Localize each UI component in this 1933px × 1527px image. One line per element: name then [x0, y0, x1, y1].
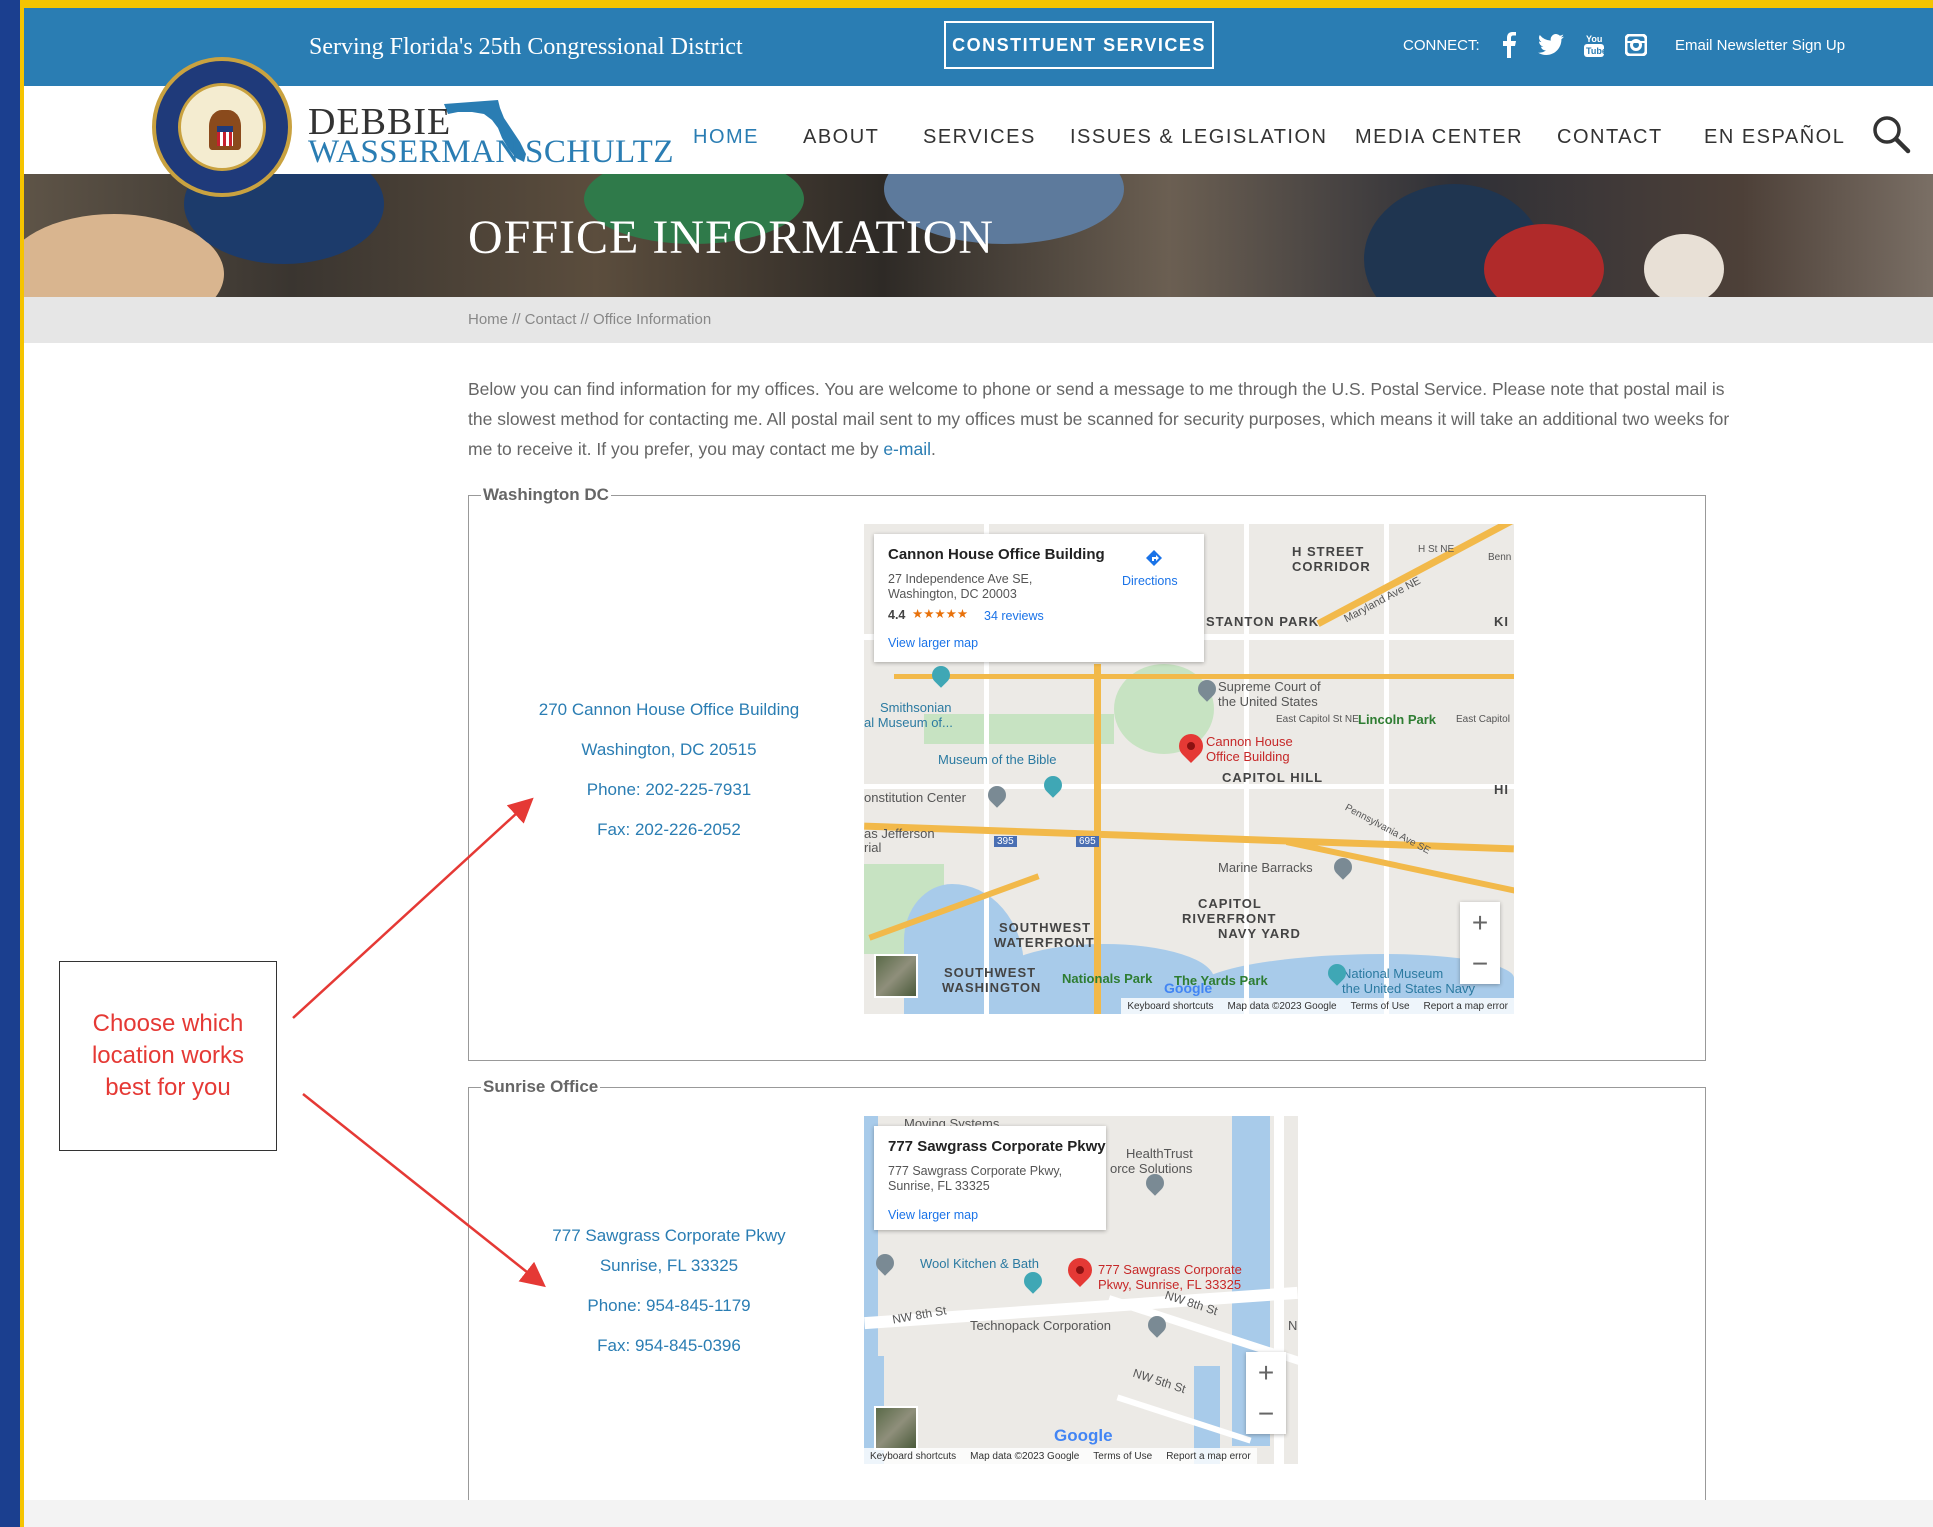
map-washington-dc[interactable]: H STREET CORRIDOR STANTON PARK Maryland … [864, 524, 1514, 1014]
nav-contact[interactable]: CONTACT [1557, 126, 1663, 149]
map-place-title: 777 Sawgrass Corporate Pkwy [888, 1138, 1106, 1155]
twitter-icon[interactable] [1538, 32, 1564, 58]
zoom-in-button[interactable]: + [1246, 1352, 1286, 1393]
annotation-callout: Choose which location works best for you [59, 961, 277, 1151]
brand-line-2: WASSERMAN [308, 134, 520, 170]
intro-body: Below you can find information for my of… [468, 379, 1730, 459]
map-footer: Keyboard shortcuts Map data ©2023 Google… [1121, 998, 1514, 1014]
connect-label: CONNECT: [1403, 37, 1480, 54]
breadcrumb[interactable]: Home // Contact // Office Information [468, 311, 711, 328]
view-larger-map-link[interactable]: View larger map [888, 1208, 978, 1222]
zoom-in-button[interactable]: + [1460, 902, 1500, 943]
office-washington-dc: Washington DC 270 Cannon House Office Bu… [468, 485, 1706, 1061]
map-info-card: Cannon House Office Building 27 Independ… [874, 534, 1204, 662]
search-icon[interactable] [1871, 114, 1911, 154]
left-edge [0, 0, 20, 1527]
directions-icon[interactable] [1144, 548, 1164, 568]
office-address-line-2[interactable]: Washington, DC 20515 [509, 740, 829, 760]
office-address-line-1[interactable]: 270 Cannon House Office Building [509, 700, 829, 720]
nav-en-espanol[interactable]: EN ESPAÑOL [1704, 126, 1845, 149]
instagram-icon[interactable] [1623, 32, 1649, 58]
office-fax[interactable]: Fax: 202-226-2052 [509, 820, 829, 840]
svg-text:You: You [1586, 34, 1602, 44]
office-sunrise: Sunrise Office 777 Sawgrass Corporate Pk… [468, 1077, 1706, 1508]
view-larger-map-link[interactable]: View larger map [888, 636, 978, 650]
annotation-line-2: location works [91, 1042, 245, 1069]
nav-issues-legislation[interactable]: ISSUES & LEGISLATION [1070, 126, 1327, 149]
map-place-title: Cannon House Office Building [888, 546, 1105, 563]
google-logo: Google [1054, 1426, 1113, 1445]
map-zoom-control: + − [1460, 902, 1500, 984]
constituent-services-button[interactable]: CONSTITUENT SERVICES [944, 21, 1214, 69]
office-legend: Washington DC [481, 485, 611, 505]
rating-stars-icon: ★★★★★ [912, 607, 969, 621]
email-link[interactable]: e-mail [883, 439, 931, 459]
office-phone[interactable]: Phone: 954-845-1179 [509, 1296, 829, 1316]
top-bar: Serving Florida's 25th Congressional Dis… [24, 8, 1933, 86]
office-phone[interactable]: Phone: 202-225-7931 [509, 780, 829, 800]
map-zoom-control: + − [1246, 1352, 1286, 1434]
breadcrumb-bar: Home // Contact // Office Information [24, 297, 1933, 343]
youtube-icon[interactable]: You Tube [1581, 32, 1607, 58]
house-seal-logo [152, 57, 292, 197]
zoom-out-button[interactable]: − [1460, 943, 1500, 984]
annotation-line-3: best for you [105, 1074, 231, 1101]
nav-about[interactable]: ABOUT [803, 126, 879, 149]
map-info-card: 777 Sawgrass Corporate Pkwy 777 Sawgrass… [874, 1126, 1106, 1230]
office-map-pin-icon[interactable] [1063, 1253, 1097, 1287]
map-reviews-link[interactable]: 34 reviews [984, 609, 1044, 623]
intro-text: Below you can find information for my of… [468, 379, 1730, 459]
nav-home[interactable]: HOME [693, 126, 759, 149]
map-rating: 4.4 [888, 608, 906, 622]
museum-marker-icon[interactable] [928, 662, 954, 688]
office-address-line-2[interactable]: Sunrise, FL 33325 [509, 1256, 829, 1276]
museum-marker-icon[interactable] [1040, 772, 1066, 798]
newsletter-link[interactable]: Email Newsletter Sign Up [1675, 37, 1845, 54]
page: Serving Florida's 25th Congressional Dis… [24, 8, 1933, 1527]
office-fax[interactable]: Fax: 954-845-0396 [509, 1336, 829, 1356]
map-footer: Keyboard shortcuts Map data ©2023 Google… [864, 1448, 1257, 1464]
nav-media-center[interactable]: MEDIA CENTER [1355, 126, 1523, 149]
nav-services[interactable]: SERVICES [923, 126, 1036, 149]
facebook-icon[interactable] [1496, 32, 1522, 58]
site-header: DEBBIE WASSERMAN SCHULTZ HOME ABOUT SERV… [24, 86, 1933, 174]
annotation-line-1: Choose which [92, 1010, 244, 1037]
hero-banner: OFFICE INFORMATION [24, 174, 1933, 297]
brand-line-3: SCHULTZ [525, 134, 674, 170]
office-legend: Sunrise Office [481, 1077, 601, 1097]
district-tagline: Serving Florida's 25th Congressional Dis… [309, 34, 743, 60]
bottom-strip [24, 1500, 1933, 1527]
google-logo: Google [1164, 980, 1213, 996]
satellite-toggle[interactable] [874, 954, 918, 998]
page-title: OFFICE INFORMATION [468, 211, 995, 264]
directions-link[interactable]: Directions [1122, 574, 1178, 588]
map-sunrise[interactable]: Moving Systems HealthTrust orce Solution… [864, 1116, 1298, 1464]
svg-text:Tube: Tube [1586, 46, 1605, 56]
store-marker-icon[interactable] [1020, 1268, 1046, 1294]
satellite-toggle[interactable] [874, 1406, 918, 1450]
office-address-line-1[interactable]: 777 Sawgrass Corporate Pkwy [509, 1226, 829, 1246]
zoom-out-button[interactable]: − [1246, 1393, 1286, 1434]
